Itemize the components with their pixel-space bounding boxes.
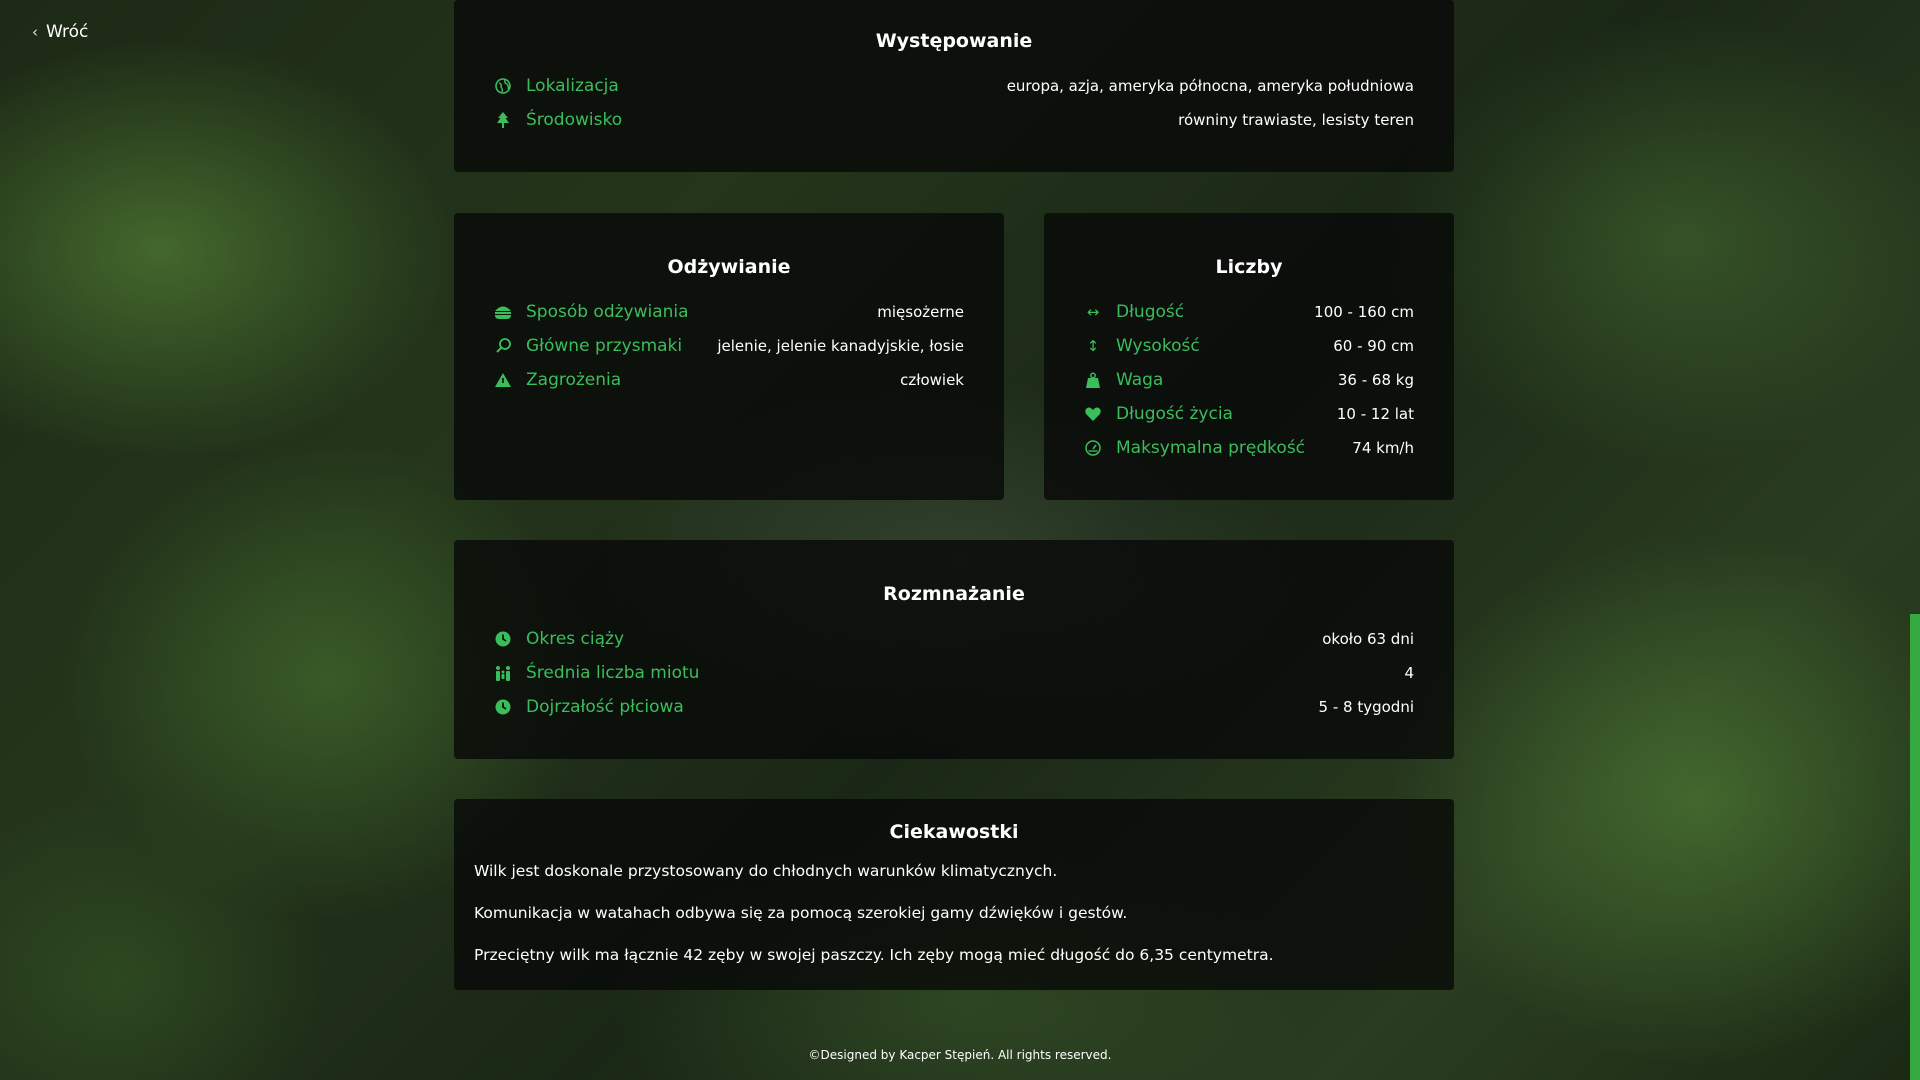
info-value: 36 - 68 kg (1337, 371, 1414, 389)
warning-icon (494, 373, 512, 387)
info-row-feeding: Sposób odżywiania mięsożerne (494, 295, 964, 329)
trivia-card: Ciekawostki Wilk jest doskonale przystos… (454, 799, 1454, 990)
heart-icon (1084, 407, 1102, 421)
info-row-location: Lokalizacja europa, azja, ameryka północ… (494, 69, 1414, 103)
info-label: Średnia liczba miotu (526, 663, 700, 683)
info-row-weight: Waga 36 - 68 kg (1084, 363, 1414, 397)
footer-copyright: ©Designed by Kacper Stępień. All rights … (808, 1048, 1112, 1062)
info-label: Okres ciąży (526, 629, 625, 649)
info-label: Wysokość (1116, 336, 1200, 356)
info-value: 10 - 12 lat (1336, 405, 1414, 423)
speedometer-icon (1084, 440, 1102, 456)
burger-icon (494, 305, 512, 319)
vertical-arrows-icon: ↕ (1086, 337, 1100, 355)
info-label: Środowisko (526, 110, 623, 130)
numbers-title: Liczby (1215, 256, 1283, 278)
reproduction-title: Rozmnażanie (883, 583, 1025, 605)
diet-title: Odżywianie (667, 256, 791, 278)
info-label: Zagrożenia (526, 370, 622, 390)
occurrence-card: Występowanie Lokalizacja europa, azja, a… (454, 0, 1454, 172)
info-row-lifespan: Długość życia 10 - 12 lat (1084, 397, 1414, 431)
family-icon (494, 665, 512, 681)
info-value: 60 - 90 cm (1333, 337, 1414, 355)
clock-icon (494, 699, 512, 715)
info-label: Sposób odżywiania (526, 302, 689, 322)
info-value: europa, azja, ameryka północna, ameryka … (1006, 77, 1414, 95)
trivia-item: Wilk jest doskonale przystosowany do chł… (474, 862, 1058, 880)
info-value: człowiek (900, 371, 964, 389)
info-value: 100 - 160 cm (1314, 303, 1414, 321)
weight-icon (1084, 372, 1102, 388)
diet-card: Odżywianie Sposób odżywiania mięsożerne … (454, 213, 1004, 500)
info-label: Długość życia (1116, 404, 1233, 424)
drumstick-icon (494, 338, 512, 354)
info-row-height: ↕ Wysokość 60 - 90 cm (1084, 329, 1414, 363)
info-value: 74 km/h (1352, 439, 1414, 457)
occurrence-title: Występowanie (875, 30, 1033, 52)
info-value: 5 - 8 tygodni (1318, 698, 1414, 716)
info-label: Dojrzałość płciowa (526, 697, 684, 717)
chevron-left-icon: ‹ (32, 23, 38, 41)
clock-icon (494, 631, 512, 647)
info-row-gestation: Okres ciąży około 63 dni (494, 622, 1414, 656)
back-label: Wróć (46, 22, 89, 42)
info-value: około 63 dni (1322, 630, 1414, 648)
trivia-item: Przeciętny wilk ma łącznie 42 zęby w swo… (474, 946, 1274, 964)
info-label: Lokalizacja (526, 76, 619, 96)
tree-icon (494, 112, 512, 128)
trivia-item: Komunikacja w watahach odbywa się za pom… (474, 904, 1128, 922)
info-row-speed: Maksymalna prędkość 74 km/h (1084, 431, 1414, 465)
numbers-card: Liczby ↔ Długość 100 - 160 cm ↕ Wysokość 6… (1044, 213, 1454, 500)
reproduction-card: Rozmnażanie Okres ciąży około 63 dni Śre… (454, 540, 1454, 759)
info-value: jelenie, jelenie kanadyjskie, łosie (717, 337, 964, 355)
back-link[interactable]: ‹ Wróć (32, 22, 88, 42)
info-value: 4 (1404, 664, 1414, 682)
info-value: mięsożerne (877, 303, 964, 321)
info-row-length: ↔ Długość 100 - 160 cm (1084, 295, 1414, 329)
info-row-threats: Zagrożenia człowiek (494, 363, 964, 397)
scrollbar-thumb[interactable] (1910, 614, 1920, 1080)
info-row-litter: Średnia liczba miotu 4 (494, 656, 1414, 690)
info-value: równiny trawiaste, lesisty teren (1178, 111, 1414, 129)
info-label: Długość (1116, 302, 1185, 322)
globe-icon (494, 78, 512, 94)
trivia-title: Ciekawostki (889, 821, 1019, 843)
info-row-habitat: Środowisko równiny trawiaste, lesisty te… (494, 103, 1414, 137)
horizontal-arrows-icon: ↔ (1086, 303, 1100, 321)
info-label: Waga (1116, 370, 1164, 390)
info-row-food: Główne przysmaki jelenie, jelenie kanady… (494, 329, 964, 363)
info-label: Maksymalna prędkość (1116, 438, 1306, 458)
info-label: Główne przysmaki (526, 336, 683, 356)
info-row-maturity: Dojrzałość płciowa 5 - 8 tygodni (494, 690, 1414, 724)
